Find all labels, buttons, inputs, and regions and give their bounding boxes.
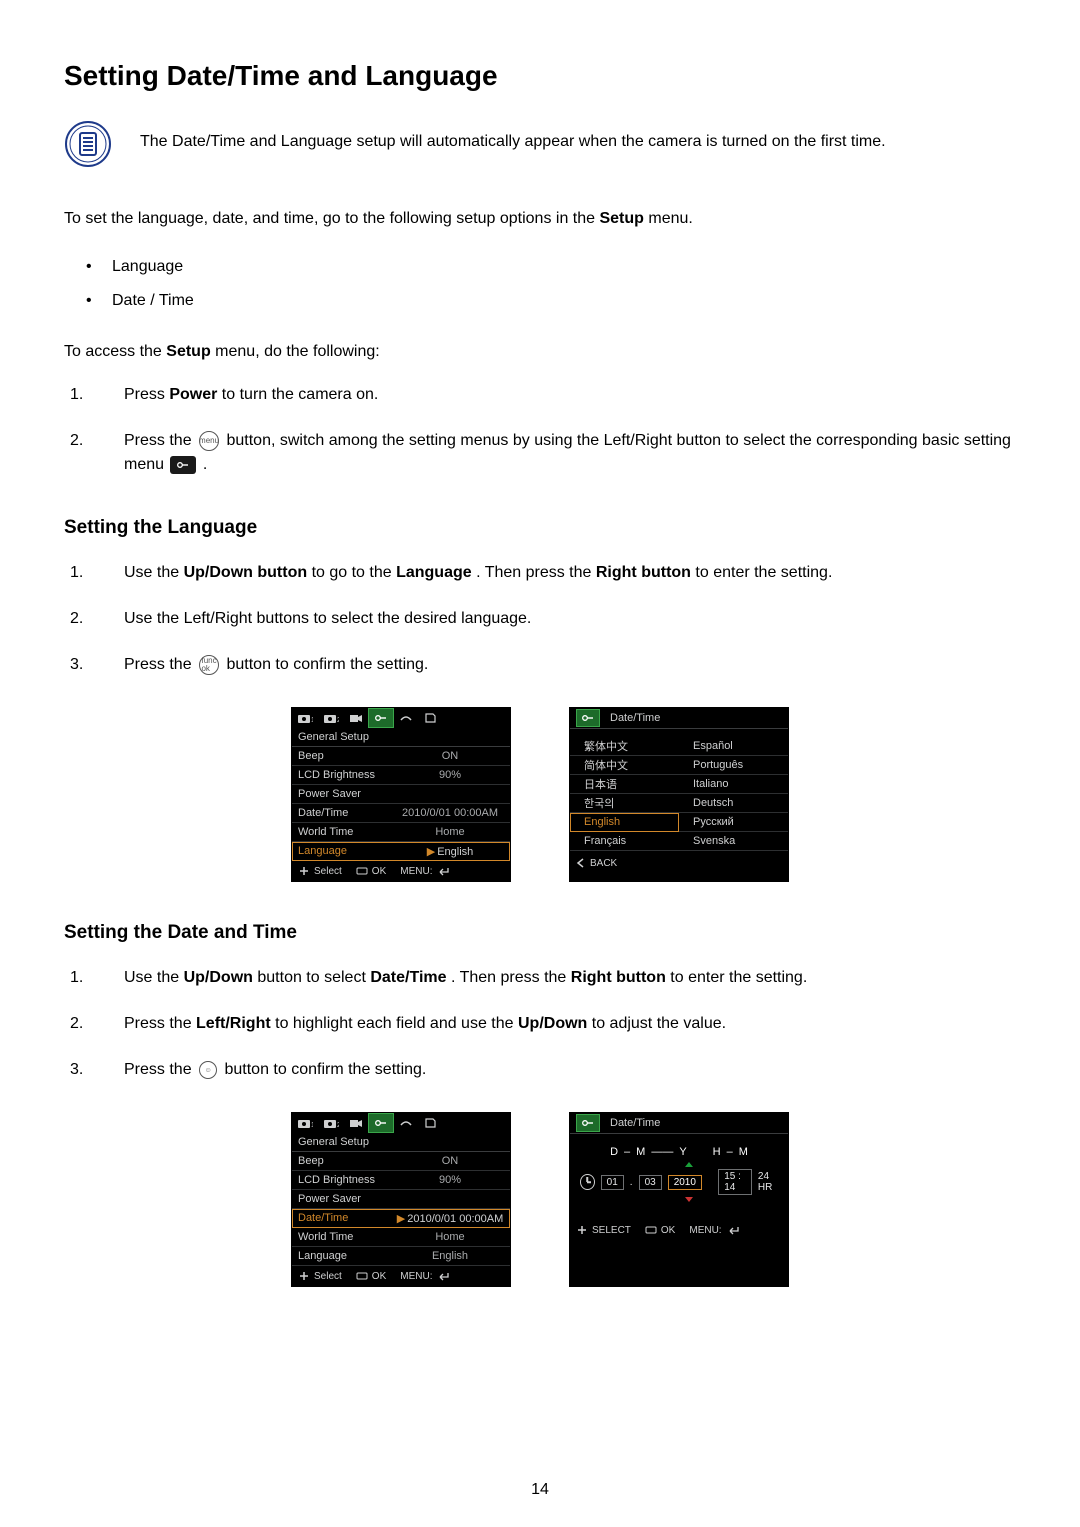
note-icon	[64, 120, 112, 173]
osd-language-list: Date/Time 繁体中文 简体中文 日本语 한국의 English Fran…	[569, 707, 789, 882]
list-item: Language	[64, 250, 1016, 284]
osd-general-language: 1 2 General Setup BeepON LCD Brightness9…	[291, 707, 511, 882]
svg-text:2: 2	[337, 717, 339, 724]
connection-tab-icon	[394, 708, 418, 728]
svg-text:1: 1	[311, 1122, 313, 1129]
step-text: Press the funcok button to confirm the s…	[124, 653, 1016, 677]
osd-row-language: Language▶English	[292, 842, 510, 861]
svg-text:2: 2	[337, 1122, 339, 1129]
osd-subtitle: Date/Time	[610, 712, 660, 724]
step-text: Use the Left/Right buttons to select the…	[124, 607, 1016, 631]
sd-tab-icon	[418, 708, 442, 728]
osd-title: General Setup	[292, 1133, 510, 1152]
osd-row-datetime: Date/Time▶2010/0/01 00:00AM	[292, 1209, 510, 1228]
setup-tab-icon	[368, 708, 394, 728]
month-field: 03	[639, 1175, 662, 1190]
video-tab-icon	[344, 1113, 368, 1133]
camera2-tab-icon: 2	[318, 708, 344, 728]
camera2-tab-icon: 2	[318, 1113, 344, 1133]
clock-icon	[580, 1174, 595, 1190]
camera1-tab-icon: 1	[292, 1113, 318, 1133]
arrow-up-icon	[685, 1162, 693, 1167]
hour-mode: 24 HR	[758, 1171, 778, 1193]
section-heading: Setting the Language	[64, 517, 1016, 539]
setup-options-list: Language Date / Time	[64, 250, 1016, 318]
access-steps: 1. Press Power to turn the camera on. 2.…	[64, 383, 1016, 477]
step-text: Press the ☺ button to confirm the settin…	[124, 1058, 1016, 1082]
step-text: Press the Left/Right to highlight each f…	[124, 1012, 1016, 1036]
dpad-icon	[298, 866, 310, 876]
access-paragraph: To access the Setup menu, do the followi…	[64, 340, 1016, 363]
camera1-tab-icon: 1	[292, 708, 318, 728]
language-steps: 1. Use the Up/Down button to go to the L…	[64, 561, 1016, 677]
menu-button-icon: menu	[199, 431, 219, 451]
setup-tab-icon	[368, 1113, 394, 1133]
time-field: 15 : 14	[718, 1169, 752, 1195]
step-text: Press Power to turn the camera on.	[124, 383, 1016, 407]
wrench-icon	[576, 709, 600, 727]
step-text: Use the Up/Down button to go to the Lang…	[124, 561, 1016, 585]
step-text: Use the Up/Down button to select Date/Ti…	[124, 966, 1016, 990]
ok-button-icon: ☺	[199, 1061, 217, 1079]
back-icon	[576, 858, 586, 868]
day-field: 01	[601, 1175, 624, 1190]
wrench-icon	[170, 456, 196, 474]
step-text: Press the menu button, switch among the …	[124, 429, 1016, 477]
osd-datetime-editor: Date/Time D–M ——Y H–M 01 . 0	[569, 1112, 789, 1287]
video-tab-icon	[344, 708, 368, 728]
connection-tab-icon	[394, 1113, 418, 1133]
section-heading: Setting the Date and Time	[64, 922, 1016, 944]
func-ok-button-icon: funcok	[199, 655, 219, 675]
osd-general-datetime: 1 2 General Setup BeepON LCD Brightness9…	[291, 1112, 511, 1287]
arrow-down-icon	[685, 1197, 693, 1202]
page-title: Setting Date/Time and Language	[64, 60, 1016, 92]
page-number: 14	[0, 1481, 1080, 1499]
osd-selected-language: English	[570, 813, 679, 832]
svg-text:1: 1	[311, 717, 313, 724]
wrench-icon	[576, 1114, 600, 1132]
year-field: 2010	[668, 1175, 702, 1190]
osd-subtitle: Date/Time	[610, 1117, 660, 1129]
lead-paragraph: To set the language, date, and time, go …	[64, 207, 1016, 230]
sd-tab-icon	[418, 1113, 442, 1133]
list-item: Date / Time	[64, 284, 1016, 318]
return-icon	[436, 866, 450, 876]
intro-text: The Date/Time and Language setup will au…	[140, 120, 886, 153]
datetime-steps: 1. Use the Up/Down button to select Date…	[64, 966, 1016, 1082]
osd-title: General Setup	[292, 728, 510, 747]
